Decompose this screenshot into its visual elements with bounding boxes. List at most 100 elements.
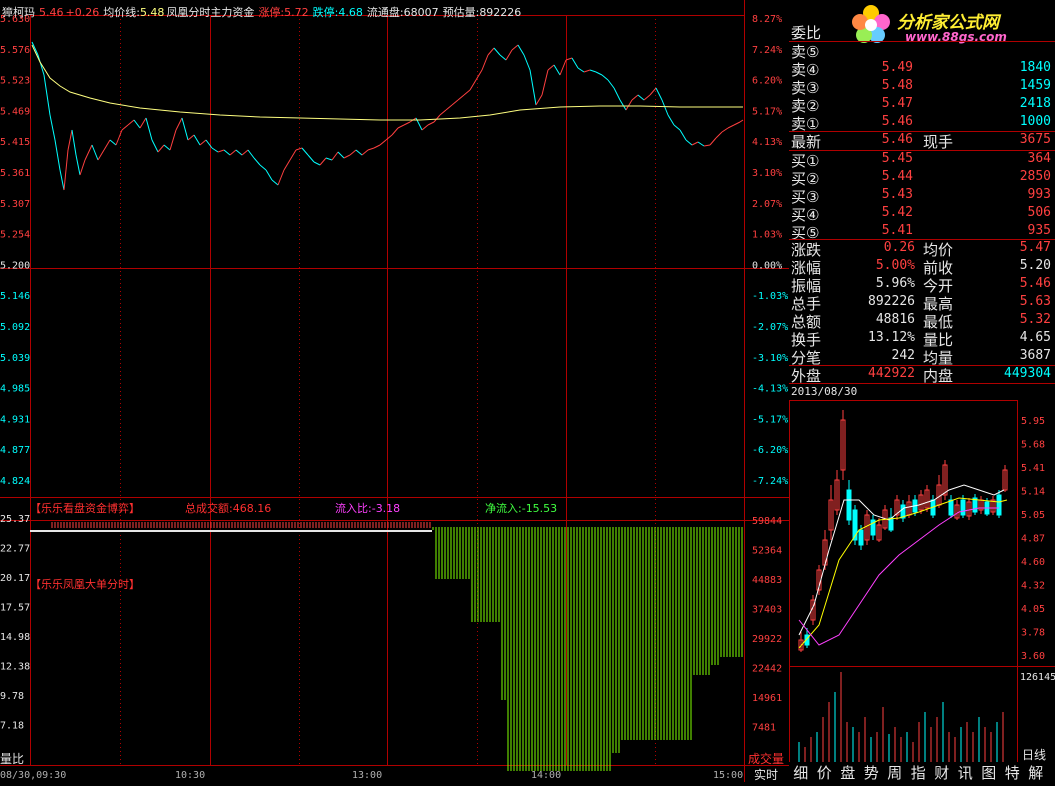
stat-value: 5.96%: [875, 276, 915, 291]
order-volume: 1000: [1019, 114, 1051, 129]
order-ratio-label: 委比: [791, 24, 822, 42]
intraday-chart-svg[interactable]: 5.6305.5765.5235.4695.4155.3615.3075.254…: [0, 0, 789, 782]
price-tick-label: 5.415: [0, 137, 30, 148]
time-tick-label: 14:00: [531, 770, 561, 781]
price-line-segment: [307, 154, 315, 163]
price-line-segment: [139, 117, 147, 129]
price-line-segment: [637, 94, 645, 101]
ratio-tick-label: 22.77: [0, 544, 30, 555]
order-price: 5.48: [881, 78, 913, 93]
price-line-segment: [667, 114, 675, 126]
bottom-tab[interactable]: 财: [930, 762, 954, 783]
price-line-segment: [31, 41, 39, 56]
stat-value: 3687: [1019, 348, 1051, 363]
bottom-tab[interactable]: 讯: [954, 762, 978, 783]
stat-row: 分笔 242 均量 3687: [789, 347, 1055, 367]
daily-kline-chart[interactable]: 5.95 5.68 5.41 5.14 5.05 4.87 4.60 4.32 4.05 3.78…: [789, 390, 1055, 762]
right-axis-caption: 成交量: [748, 752, 785, 766]
price-line-segment: [469, 79, 477, 91]
sell-order-row: 卖④ 5.49 1840: [789, 59, 1055, 79]
price-line-segment: [163, 144, 171, 151]
bottom-tab[interactable]: 特: [1001, 762, 1025, 783]
price-line-segment: [63, 149, 69, 191]
bottom-tab[interactable]: 价: [813, 762, 837, 783]
outer-volume-value: 442922: [868, 366, 915, 381]
order-book-title-row: 委比: [789, 22, 1055, 42]
candle-body: [948, 499, 954, 516]
pct-tick-label: 5.17%: [752, 106, 782, 117]
price-line-segment: [71, 129, 77, 156]
bottom-tab[interactable]: 解: [1024, 762, 1048, 783]
net-inflow-value: -15.53: [521, 502, 558, 515]
stat-value: 0.26: [883, 240, 915, 255]
mini-price-tick: 4.32: [1021, 581, 1045, 592]
stat-value: 4.65: [1019, 330, 1051, 345]
avg-value: 5.48: [139, 6, 165, 19]
price-line-segment: [265, 169, 273, 181]
mini-price-tick: 5.68: [1021, 440, 1045, 451]
realtime-tab[interactable]: 实时: [754, 766, 778, 783]
outer-inner-row: 外盘 442922 内盘 449304: [789, 365, 1055, 385]
price-line-segment: [277, 169, 285, 186]
price-line-segment: [325, 157, 333, 161]
bottom-tab[interactable]: 盘: [836, 762, 860, 783]
price-line-segment: [79, 159, 86, 176]
bottom-tab[interactable]: 周: [883, 762, 907, 783]
price-line-segment: [75, 154, 81, 176]
intraday-chart-area[interactable]: 5.630 5.576 5.523 5.469 5.415 5.361 5.307 5.254…: [0, 0, 789, 782]
pct-tick-label: 4.13%: [752, 137, 782, 148]
price-line-segment: [643, 94, 651, 101]
pct-tick-label: 6.20%: [752, 76, 782, 87]
price-tick-label: 5.469: [0, 106, 30, 117]
order-volume: 1840: [1019, 60, 1051, 75]
right-pct-axis: 8.27% 7.24% 6.20% 5.17% 4.13% 3.10% 2.07% 1.03%…: [752, 14, 788, 734]
price-line-segment: [607, 79, 615, 89]
bottom-tab[interactable]: 势: [860, 762, 884, 783]
price-line-segment: [463, 89, 471, 96]
price-line-segment: [271, 179, 279, 186]
price-line-segment: [43, 74, 51, 116]
price-line-segment: [115, 129, 123, 146]
price-tick-label: 5.254: [0, 230, 30, 241]
price-line-segment: [445, 104, 453, 111]
price-line-segment: [475, 69, 483, 81]
time-tick-label: 15:00: [713, 770, 743, 781]
price-line-segment: [547, 64, 555, 71]
price-line-segment: [259, 164, 267, 171]
price-line-segment: [499, 54, 507, 61]
limit-up-label: 涨停:: [258, 6, 285, 19]
price-tick-label: 5.576: [0, 45, 30, 56]
price-line-segment: [529, 69, 537, 106]
pct-tick-label: -7.24%: [752, 476, 788, 487]
price-line-segment: [589, 69, 597, 73]
bottom-tab[interactable]: 细: [789, 762, 813, 783]
price-line-segment: [439, 109, 447, 116]
chart-header: 獐柯玛 5.46 +0.26 均价线:5.48 凤凰分时主力资金 涨停:5.72 跌停:4.…: [2, 4, 525, 20]
pct-tick-label: -4.13%: [752, 384, 788, 395]
daily-line-label: 日线: [1022, 748, 1047, 762]
volume-tick-label: 59844: [752, 516, 782, 527]
order-volume: 2850: [1019, 169, 1051, 184]
bottom-tab[interactable]: 图: [977, 762, 1001, 783]
price-line-segment: [379, 139, 387, 146]
order-price: 5.47: [881, 96, 913, 111]
price-line-segment: [235, 149, 243, 156]
net-inflow-label: 净流入:: [485, 502, 522, 515]
pct-tick-label: 1.03%: [752, 230, 782, 241]
stat-row: 振幅 5.96% 今开 5.46: [789, 275, 1055, 295]
bottom-tab-bar: 细价盘势周指财讯图特解: [789, 762, 1055, 782]
price-line-segment: [559, 59, 567, 76]
price-line-segment: [247, 149, 255, 159]
pct-tick-label: 8.27%: [752, 14, 782, 25]
price-line-segment: [343, 154, 351, 159]
order-volume: 935: [1027, 223, 1051, 238]
price-line-segment: [679, 129, 687, 141]
price-line-segment: [295, 147, 303, 151]
current-volume-label: 现手: [923, 133, 954, 151]
price-line-segment: [121, 124, 129, 131]
price-line-segment: [67, 129, 73, 151]
bottom-tab[interactable]: 指: [907, 762, 931, 783]
pct-tick-label: -2.07%: [752, 322, 788, 333]
left-price-axis: 5.6305.5765.5235.4695.4155.3615.3075.254…: [0, 14, 30, 732]
order-price: 5.49: [881, 60, 913, 75]
